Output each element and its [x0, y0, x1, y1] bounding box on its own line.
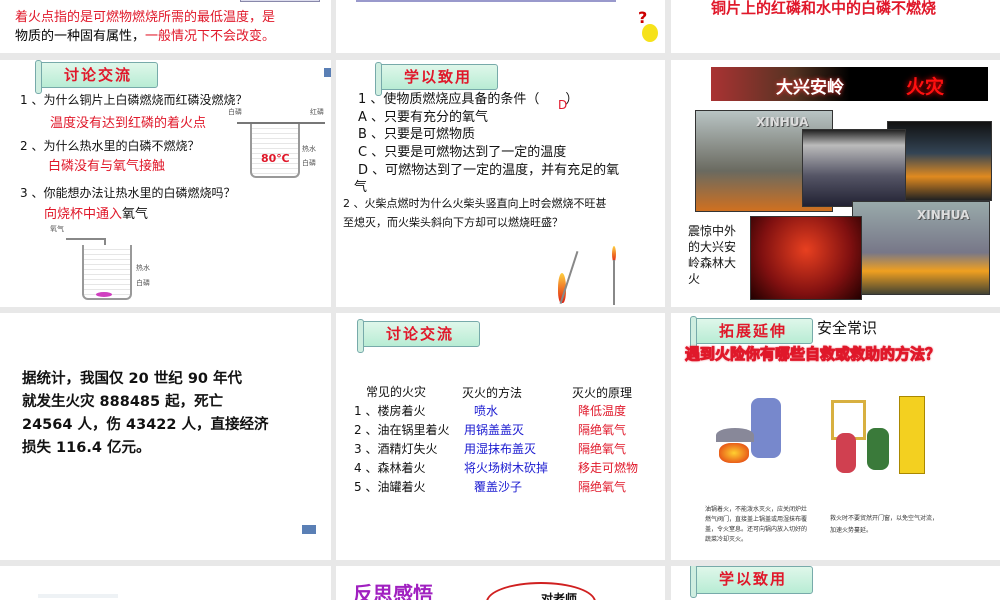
slide-thumbnail-10[interactable] — [0, 566, 331, 600]
label-hot-water: 热水 — [302, 145, 316, 153]
photo-water-spray — [802, 129, 906, 207]
match-upright — [613, 260, 615, 305]
s1-line2a: 物质的一种固有属性， — [15, 29, 146, 44]
nav-button[interactable] — [302, 525, 316, 534]
option-d-cont: 气 — [354, 180, 368, 195]
question-2-line1: 2 、火柴点燃时为什么火柴头竖直向上时会燃烧不旺甚 — [343, 197, 607, 210]
photo-forest-fire: XINHUA — [852, 201, 990, 295]
slide-thumbnail-5[interactable]: 学以致用 1 、使物质燃烧应具备的条件（ ） D A 、只要有充分的氧气 B 、… — [336, 60, 665, 307]
caption-line: 震惊中外 — [688, 224, 737, 238]
table-cell-principle: 隔绝氧气 — [578, 442, 627, 456]
table-cell-principle: 降低温度 — [578, 404, 627, 418]
stat-line: 据统计，我国仅 20 世纪 90 年代 — [22, 371, 243, 387]
caption-2: 救火时不要贸然开门窗，以免空气对流，加速火势蔓延。 — [830, 515, 939, 534]
caption-line: 岭森林大 — [688, 256, 737, 270]
banner-discussion: 讨论交流 — [35, 60, 158, 94]
label-red-p: 红磷 — [310, 108, 324, 116]
s1-line1: 着火点指的是可燃物燃烧所需的最低温度，是 — [15, 10, 276, 25]
bubble-text: 对老师， — [541, 592, 590, 600]
s1-line2: 物质的一种固有属性，一般情况下不会改变。 — [15, 25, 275, 44]
slide-thumbnail-12[interactable]: 学以致用 — [671, 566, 1000, 600]
title-banner: 大兴安岭 火灾 — [711, 67, 988, 101]
question-3: 3 、你能想办法让热水里的白磷燃烧吗？ — [20, 186, 236, 200]
option-d: D 、可燃物达到了一定的温度，并有充足的氧 — [358, 163, 620, 178]
answer-2: 白磷没有与氧气接触 — [48, 159, 166, 174]
answer-d: D — [558, 98, 568, 112]
slide-thumbnail-7[interactable]: 据统计，我国仅 20 世纪 90 年代 就发生火灾 888485 起，死亡 24… — [0, 313, 331, 560]
watermark-2: XINHUA — [917, 208, 970, 222]
table-cell-method: 将火场树木砍掉 — [464, 461, 549, 475]
banner-discussion: 讨论交流 — [357, 319, 480, 353]
question-2: 2 、为什么热水里的白磷不燃烧？ — [20, 139, 200, 153]
watermark-1: XINHUA — [756, 115, 809, 129]
table-cell-method: 用湿抹布盖灭 — [464, 442, 537, 456]
cartoon-door-fire — [831, 388, 931, 478]
caption-1: 油锅着火，不能泼水灭火，应关闭炉灶燃气阀门，直接盖上锅盖或用湿抹布覆盖，令火窒息… — [705, 506, 808, 543]
table-cell-fire: 3 、酒精灯失火 — [354, 442, 438, 456]
question-banner: 遇到火险你有哪些自救或救助的方法？ — [684, 345, 941, 364]
s3-text: 铜片上的红磷和水中的白磷不燃烧 — [711, 0, 937, 17]
table-cell-principle: 移走可燃物 — [578, 461, 639, 475]
slide-thumbnail-1[interactable]: 着火点指的是可燃物燃烧所需的最低温度，是 物质的一种固有属性，一般情况下不会改变… — [0, 0, 331, 53]
banner-extension: 拓展延伸 — [690, 316, 813, 350]
title-b: 火灾 — [906, 76, 945, 98]
table-cell-principle: 隔绝氧气 — [578, 480, 627, 494]
stat-line: 24564 人，伤 43422 人，直接经济 — [22, 417, 269, 433]
cut-text-line — [356, 0, 616, 2]
stat-line: 就发生火灾 888485 起，死亡 — [22, 394, 224, 410]
temperature-label: 80℃ — [261, 152, 290, 165]
table-cell-method: 喷水 — [474, 404, 499, 418]
caption-line: 的大兴安 — [688, 240, 737, 254]
question-1: 1 、使物质燃烧应具备的条件（ ） — [358, 92, 579, 107]
table-cell-method: 用锅盖盖灭 — [464, 423, 525, 437]
option-c: C 、只要是可燃物达到了一定的温度 — [358, 145, 567, 160]
answer-1: 温度没有达到红磷的着火点 — [50, 116, 207, 131]
slide-thumbnail-11[interactable]: 反思感悟 对老师， — [336, 566, 665, 600]
table-cell-fire: 2 、油在锅里着火 — [354, 423, 450, 437]
slide-title: 反思感悟 — [353, 582, 433, 600]
question-1: 1 、为什么铜片上白磷燃烧而红磷没燃烧？ — [20, 93, 248, 107]
question-2-line2: 至熄灭，而火柴头斜向下方却可以燃烧旺盛？ — [343, 216, 563, 229]
answer-3b: 氧气 — [122, 207, 149, 222]
title-a: 大兴安岭 — [776, 78, 844, 98]
option-b: B 、只要是可燃物质 — [358, 127, 476, 142]
table-cell-fire: 1 、楼房着火 — [354, 404, 426, 418]
table-fragment — [240, 0, 320, 2]
label-hot-water-2: 热水 — [136, 264, 150, 272]
slide-thumbnail-3[interactable]: 铜片上的红磷和水中的白磷不燃烧 — [671, 0, 1000, 53]
stat-line: 损失 116.4 亿元。 — [22, 440, 151, 456]
cartoon-kitchen-fire — [711, 388, 811, 468]
header-principle: 灭火的原理 — [572, 386, 633, 400]
header-method: 灭火的方法 — [462, 386, 523, 400]
label-white-p: 白磷 — [228, 108, 242, 116]
answer-3: 向烧杯中通入氧气 — [44, 203, 148, 222]
banner-apply: 学以致用 — [690, 566, 813, 598]
cartoon-chick-icon: ? — [636, 8, 658, 48]
slide-thumbnail-9[interactable]: 拓展延伸 安全常识 遇到火险你有哪些自救或救助的方法？ 油锅着火，不能泼水灭火，… — [671, 313, 1000, 560]
answer-3a: 向烧杯中通入 — [44, 207, 123, 222]
table-cell-principle: 隔绝氧气 — [578, 423, 627, 437]
table-cell-method: 覆盖沙子 — [474, 480, 523, 494]
slide-title: 安全常识 — [817, 319, 878, 337]
slide-thumbnail-6[interactable]: 大兴安岭 火灾 XINHUA XINHUA 震惊中外 的大兴安 岭森林大 火 — [671, 60, 1000, 307]
s1-line2b: 一般情况下不会改变。 — [145, 29, 276, 44]
banner-apply: 学以致用 — [375, 62, 498, 96]
header-fire-type: 常见的火灾 — [366, 385, 427, 399]
caption: 震惊中外 的大兴安 岭森林大 火 — [688, 223, 736, 287]
statistics-text: 据统计，我国仅 20 世纪 90 年代 就发生火灾 888485 起，死亡 24… — [22, 368, 269, 460]
label-oxygen: 氧气 — [50, 225, 64, 233]
slide-thumbnail-2[interactable]: ? — [336, 0, 665, 53]
slide-thumbnail-4[interactable]: 讨论交流 1 、为什么铜片上白磷燃烧而红磷没燃烧？ 温度没有达到红磷的着火点 2… — [0, 60, 331, 307]
table-cell-fire: 4 、森林着火 — [354, 461, 426, 475]
table-cell-fire: 5 、油罐着火 — [354, 480, 426, 494]
photo-red-fire — [750, 216, 862, 300]
slide-thumbnail-8[interactable]: 讨论交流 常见的火灾 灭火的方法 灭火的原理 1 、楼房着火 喷水 降低温度 2 、油… — [336, 313, 665, 560]
label-white-p-2: 白磷 — [302, 159, 316, 167]
caption-line: 火 — [688, 272, 701, 286]
nav-button[interactable] — [324, 68, 331, 77]
blurred-content — [38, 594, 118, 598]
label-white-p-3: 白磷 — [136, 279, 150, 287]
